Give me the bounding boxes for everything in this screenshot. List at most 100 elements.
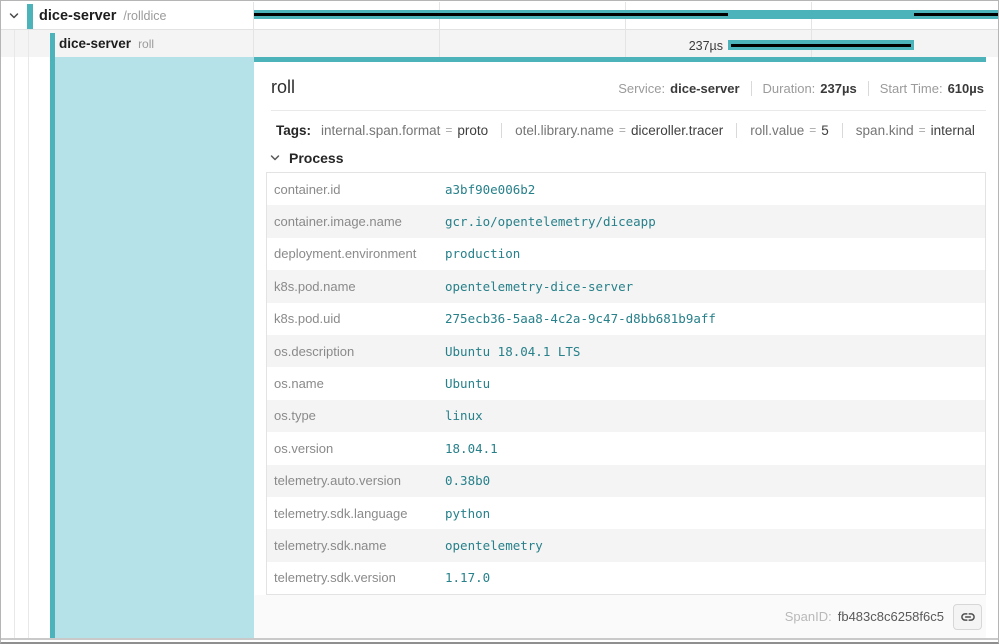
process-table-row: os.type linux [267, 400, 985, 432]
tag-equals: = [445, 123, 452, 137]
tag-key: otel.library.name [515, 123, 614, 138]
process-key: container.id [267, 182, 445, 197]
process-key: container.image.name [267, 214, 445, 229]
tag-key: roll.value [750, 123, 804, 138]
deep-link-button[interactable] [953, 604, 982, 630]
span-color-accent [27, 4, 33, 29]
process-value: Ubuntu 18.04.1 LTS [445, 344, 580, 359]
tag-equals: = [809, 123, 816, 137]
meta-value: dice-server [670, 81, 739, 96]
span-operation-name: /rolldice [123, 9, 166, 23]
span-service-name: dice-server [39, 8, 116, 24]
tag-summary-item: internal.span.format = proto [321, 123, 488, 138]
meta-label: Start Time: [880, 81, 943, 96]
trace-timeline-view: dice-server /rolldice dice-server roll 2… [0, 0, 999, 644]
span-operation-name: roll [138, 37, 154, 51]
span-detail-footer: SpanID: fb483c8c6258f6c5 [254, 595, 986, 638]
process-value: Ubuntu [445, 376, 490, 391]
process-table-row: telemetry.sdk.version 1.17.0 [267, 562, 985, 594]
chevron-down-icon [269, 152, 281, 164]
span-detail-header: roll Service: dice-server Duration: 237µ… [271, 75, 984, 100]
tag-equals: = [919, 123, 926, 137]
span-meta-item: Duration: 237µs [751, 81, 857, 96]
header-divider [271, 110, 986, 111]
process-table-row: deployment.environment production [267, 238, 985, 270]
span-meta-item: Service: dice-server [618, 81, 739, 96]
tag-value: proto [457, 123, 488, 138]
process-section-label: Process [289, 150, 343, 166]
process-table-row: k8s.pod.uid 275ecb36-5aa8-4c2a-9c47-d8bb… [267, 303, 985, 335]
span-meta: Service: dice-server Duration: 237µs Sta… [618, 81, 984, 96]
tag-summary-item: span.kind = internal [842, 123, 975, 138]
tag-value: 5 [821, 123, 829, 138]
tag-value: diceroller.tracer [631, 123, 723, 138]
process-table-row: telemetry.auto.version 0.38b0 [267, 465, 985, 497]
process-key: telemetry.sdk.language [267, 506, 445, 521]
process-value: python [445, 506, 490, 521]
process-table-row: os.version 18.04.1 [267, 432, 985, 464]
process-table-row: container.id a3bf90e006b2 [267, 173, 985, 205]
tag-summary-item: otel.library.name = diceroller.tracer [501, 123, 723, 138]
meta-value: 610µs [948, 81, 984, 96]
critical-path-segment [254, 13, 728, 16]
tag-key: internal.span.format [321, 123, 440, 138]
collapse-chevron-icon[interactable] [7, 9, 21, 23]
tree-indent-guide [14, 30, 15, 638]
selected-span-color-fill [55, 57, 254, 638]
meta-label: Service: [618, 81, 665, 96]
span-row-roll[interactable]: dice-server roll [59, 31, 154, 56]
process-value: 0.38b0 [445, 473, 490, 488]
spanid-label: SpanID: [785, 609, 832, 624]
span-bar-roll[interactable] [728, 40, 914, 50]
process-key: k8s.pod.uid [267, 311, 445, 326]
process-value: 275ecb36-5aa8-4c2a-9c47-d8bb681b9aff [445, 311, 716, 326]
meta-label: Duration: [763, 81, 816, 96]
detail-row-bottom-border [1, 638, 998, 640]
critical-path-segment [914, 13, 998, 16]
process-value: opentelemetry [445, 538, 543, 553]
tag-equals: = [619, 123, 626, 137]
tag-key: span.kind [856, 123, 914, 138]
critical-path-segment [731, 44, 911, 47]
process-key: k8s.pod.name [267, 279, 445, 294]
row-divider [1, 29, 998, 30]
process-value: gcr.io/opentelemetry/diceapp [445, 214, 656, 229]
process-key: telemetry.sdk.name [267, 538, 445, 553]
process-key: os.version [267, 441, 445, 456]
tag-summary-item: roll.value = 5 [736, 123, 829, 138]
process-key: os.description [267, 344, 445, 359]
process-value: 1.17.0 [445, 570, 490, 585]
process-table-row: telemetry.sdk.name opentelemetry [267, 529, 985, 561]
tag-value: internal [931, 123, 975, 138]
process-key: os.name [267, 376, 445, 391]
span-title: roll [271, 75, 295, 100]
tags-section-toggle[interactable]: Tags: internal.span.format = proto otel.… [269, 120, 972, 140]
process-section-toggle[interactable]: Process [269, 149, 986, 167]
span-meta-item: Start Time: 610µs [868, 81, 984, 96]
link-icon [960, 609, 976, 625]
process-table-row: telemetry.sdk.language python [267, 497, 985, 529]
span-duration-label: 237µs [611, 39, 723, 53]
spanid-value: fb483c8c6258f6c5 [838, 609, 944, 624]
process-key: deployment.environment [267, 246, 445, 261]
process-key: telemetry.sdk.version [267, 570, 445, 585]
process-value: a3bf90e006b2 [445, 182, 535, 197]
process-key-value-table: container.id a3bf90e006b2 container.imag… [266, 172, 986, 595]
process-key: os.type [267, 408, 445, 423]
tree-indent-guide [28, 30, 29, 638]
process-value: production [445, 246, 520, 261]
process-key: telemetry.auto.version [267, 473, 445, 488]
process-value: opentelemetry-dice-server [445, 279, 633, 294]
process-table-row: k8s.pod.name opentelemetry-dice-server [267, 270, 985, 302]
process-value: 18.04.1 [445, 441, 498, 456]
span-detail-panel: roll Service: dice-server Duration: 237µ… [254, 57, 986, 638]
tags-section-label: Tags: [276, 123, 311, 138]
process-table-row: container.image.name gcr.io/opentelemetr… [267, 205, 985, 237]
span-row-rolldice[interactable]: dice-server /rolldice [7, 3, 166, 29]
meta-value: 237µs [820, 81, 856, 96]
process-table-row: os.description Ubuntu 18.04.1 LTS [267, 335, 985, 367]
span-service-name: dice-server [59, 36, 131, 51]
span-bar-rolldice[interactable] [254, 10, 998, 19]
process-value: linux [445, 408, 483, 423]
process-table-row: os.name Ubuntu [267, 367, 985, 399]
